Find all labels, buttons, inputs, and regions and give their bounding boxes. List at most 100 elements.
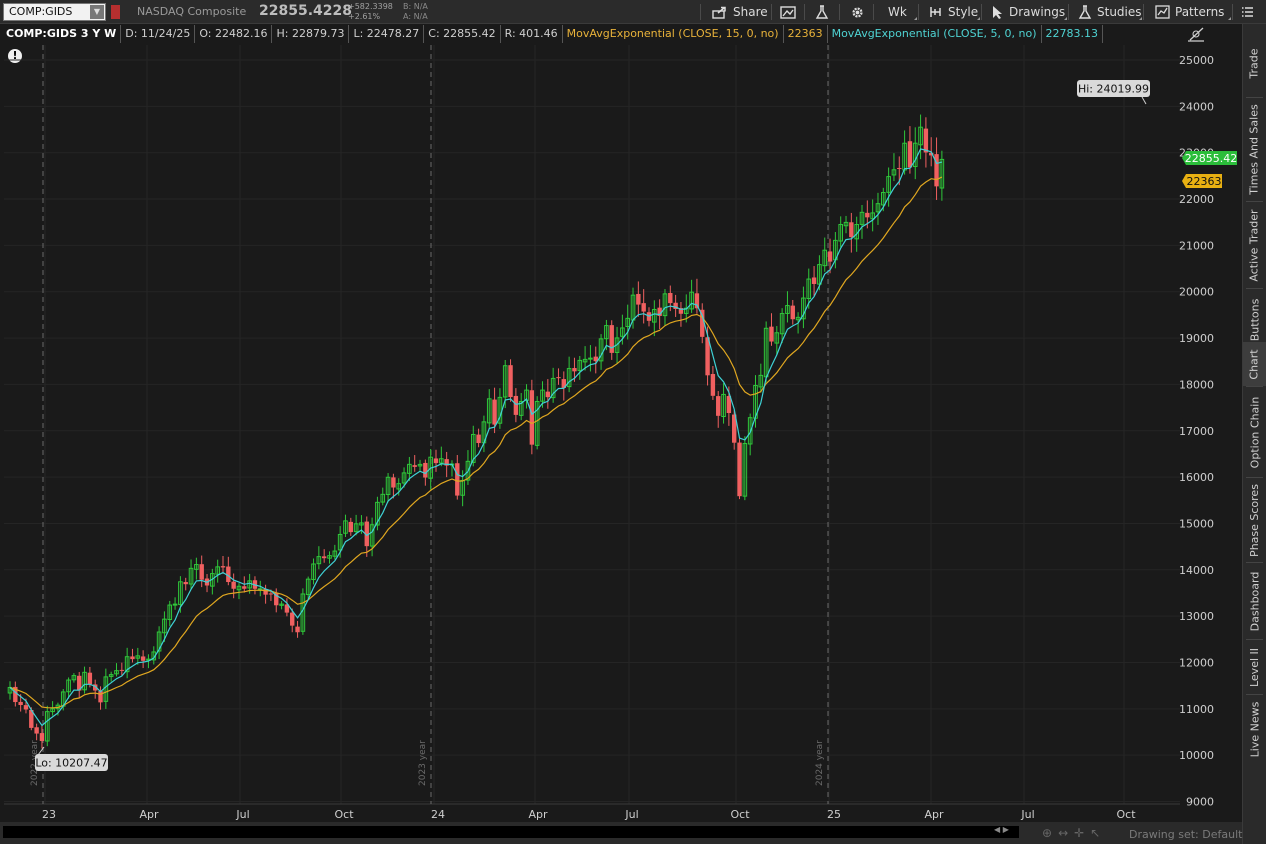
candle-body — [77, 675, 82, 691]
candle — [268, 589, 274, 601]
chart-symbol-period[interactable]: COMP:GIDS 3 Y W — [3, 25, 122, 43]
price-tick-label: 9000 — [1186, 796, 1214, 809]
candle-body — [620, 327, 625, 337]
flask-icon — [1078, 4, 1092, 19]
candle — [353, 514, 359, 536]
style-button[interactable]: Style — [928, 0, 978, 24]
candle — [391, 473, 396, 499]
style-dropdown-icon[interactable] — [974, 17, 980, 20]
drawings-dropdown-icon[interactable] — [1061, 17, 1067, 20]
tab-active-trader[interactable]: Active Trader — [1243, 202, 1266, 288]
candle — [194, 557, 199, 580]
zoom-controls[interactable]: ⊕↔✛↖ — [1042, 826, 1106, 840]
studies-dropdown-icon[interactable] — [1136, 17, 1142, 20]
study-ema15-label[interactable]: MovAvgExponential (CLOSE, 15, 0, no) — [563, 25, 784, 43]
candle-body — [939, 158, 945, 189]
candle-body — [795, 316, 801, 321]
candle — [652, 300, 657, 337]
price-tick-label: 20000 — [1179, 286, 1214, 299]
alert-flag-icon[interactable] — [111, 5, 120, 19]
bid-ask: B: N/A A: N/A — [403, 2, 428, 22]
alert-info-icon[interactable]: ! — [8, 49, 22, 63]
tab-phase-scores[interactable]: Phase Scores — [1243, 478, 1266, 562]
chevron-down-icon[interactable]: ▼ — [90, 5, 104, 19]
candle — [300, 588, 306, 635]
candle — [87, 666, 93, 688]
candle — [524, 384, 529, 409]
candle — [151, 646, 157, 665]
candle — [428, 448, 433, 490]
candle-body — [385, 476, 391, 495]
drawing-set-label[interactable]: Drawing set: Default — [1129, 828, 1242, 841]
candle — [598, 334, 604, 370]
studies-button[interactable]: Studies — [1078, 0, 1142, 24]
instrument-name: NASDAQ Composite — [137, 5, 247, 18]
candle-body — [82, 671, 87, 691]
patterns-button[interactable]: Patterns — [1155, 0, 1224, 24]
candle-body — [7, 686, 13, 694]
chart-scrollbar[interactable] — [3, 826, 1019, 838]
candle — [886, 167, 891, 207]
scroll-arrows-icon[interactable]: ◀ ▶ — [994, 825, 1009, 834]
crosshair-icon[interactable]: ✛ — [1074, 826, 1090, 840]
time-tick-label: 24 — [431, 808, 445, 821]
toolbar-divider — [1143, 4, 1144, 20]
tab-live-news[interactable]: Live News — [1243, 695, 1266, 763]
price-tags: Hi: 24019.99 Lo: 10207.47 22855.42 22363 — [35, 80, 1237, 771]
candle-body — [433, 458, 439, 464]
menu-icon — [1242, 7, 1253, 17]
tab-dashboard[interactable]: Dashboard — [1243, 563, 1266, 639]
study-ema5-label[interactable]: MovAvgExponential (CLOSE, 5, 0, no) — [828, 25, 1042, 43]
time-tick-label: Jul — [1020, 808, 1034, 821]
candle-body — [284, 604, 290, 613]
candle-body — [763, 327, 769, 378]
tab-label: Chart — [1248, 348, 1262, 380]
symbol-input[interactable]: COMP:GIDS ▼ — [3, 3, 106, 21]
price-chart[interactable]: 2022 year 2023 year 2024 year 9000 10000 110… — [0, 0, 1266, 844]
candle-body — [194, 564, 199, 570]
candle-body — [710, 374, 716, 396]
price-tick-label: 18000 — [1179, 378, 1214, 391]
candle — [23, 698, 29, 714]
pointer-icon[interactable]: ↖ — [1090, 826, 1106, 840]
pan-icon[interactable]: ↔ — [1058, 826, 1074, 840]
candle-body — [412, 465, 417, 467]
candle — [726, 386, 732, 426]
menu-button[interactable] — [1241, 0, 1259, 24]
drawing-tool-icon[interactable] — [1188, 27, 1204, 42]
tab-option-chain[interactable]: Option Chain — [1243, 387, 1266, 477]
candle-body — [604, 325, 609, 340]
tab-level-ii[interactable]: Level II — [1243, 640, 1266, 694]
candle-body — [396, 483, 402, 490]
period-dropdown-icon[interactable] — [911, 17, 917, 20]
tab-times-and-sales[interactable]: Times And Sales — [1243, 98, 1266, 201]
candle — [465, 450, 471, 485]
toolbar-divider — [873, 4, 874, 20]
candle-body — [806, 278, 812, 299]
candle-body — [364, 521, 369, 547]
candle — [907, 126, 913, 174]
ema15-tag: 22363 — [1182, 174, 1222, 188]
candle-body — [263, 588, 268, 595]
patterns-icon — [1155, 5, 1170, 19]
tab-trade[interactable]: Trade — [1243, 29, 1266, 97]
drawings-button[interactable]: Drawings — [991, 0, 1065, 24]
candle — [476, 428, 481, 448]
candle-body — [497, 396, 503, 424]
share-button[interactable]: Share — [712, 0, 768, 24]
period-button[interactable]: Wk — [888, 0, 907, 24]
patterns-dropdown-icon[interactable] — [1225, 17, 1231, 20]
style-icon — [930, 7, 941, 17]
tab-label: Phase Scores — [1248, 483, 1262, 557]
candle-body — [891, 169, 897, 176]
flask-button[interactable] — [815, 0, 834, 24]
time-tick-label: Apr — [924, 808, 944, 821]
candle-body — [822, 249, 828, 267]
tab-chart[interactable]: Chart — [1243, 342, 1266, 386]
chart-snapshot-button[interactable] — [780, 0, 801, 24]
zoom-icon[interactable]: ⊕ — [1042, 826, 1058, 840]
candle-body — [886, 176, 891, 193]
settings-button[interactable] — [850, 0, 870, 24]
candle — [183, 577, 188, 591]
candle-body — [758, 374, 764, 388]
